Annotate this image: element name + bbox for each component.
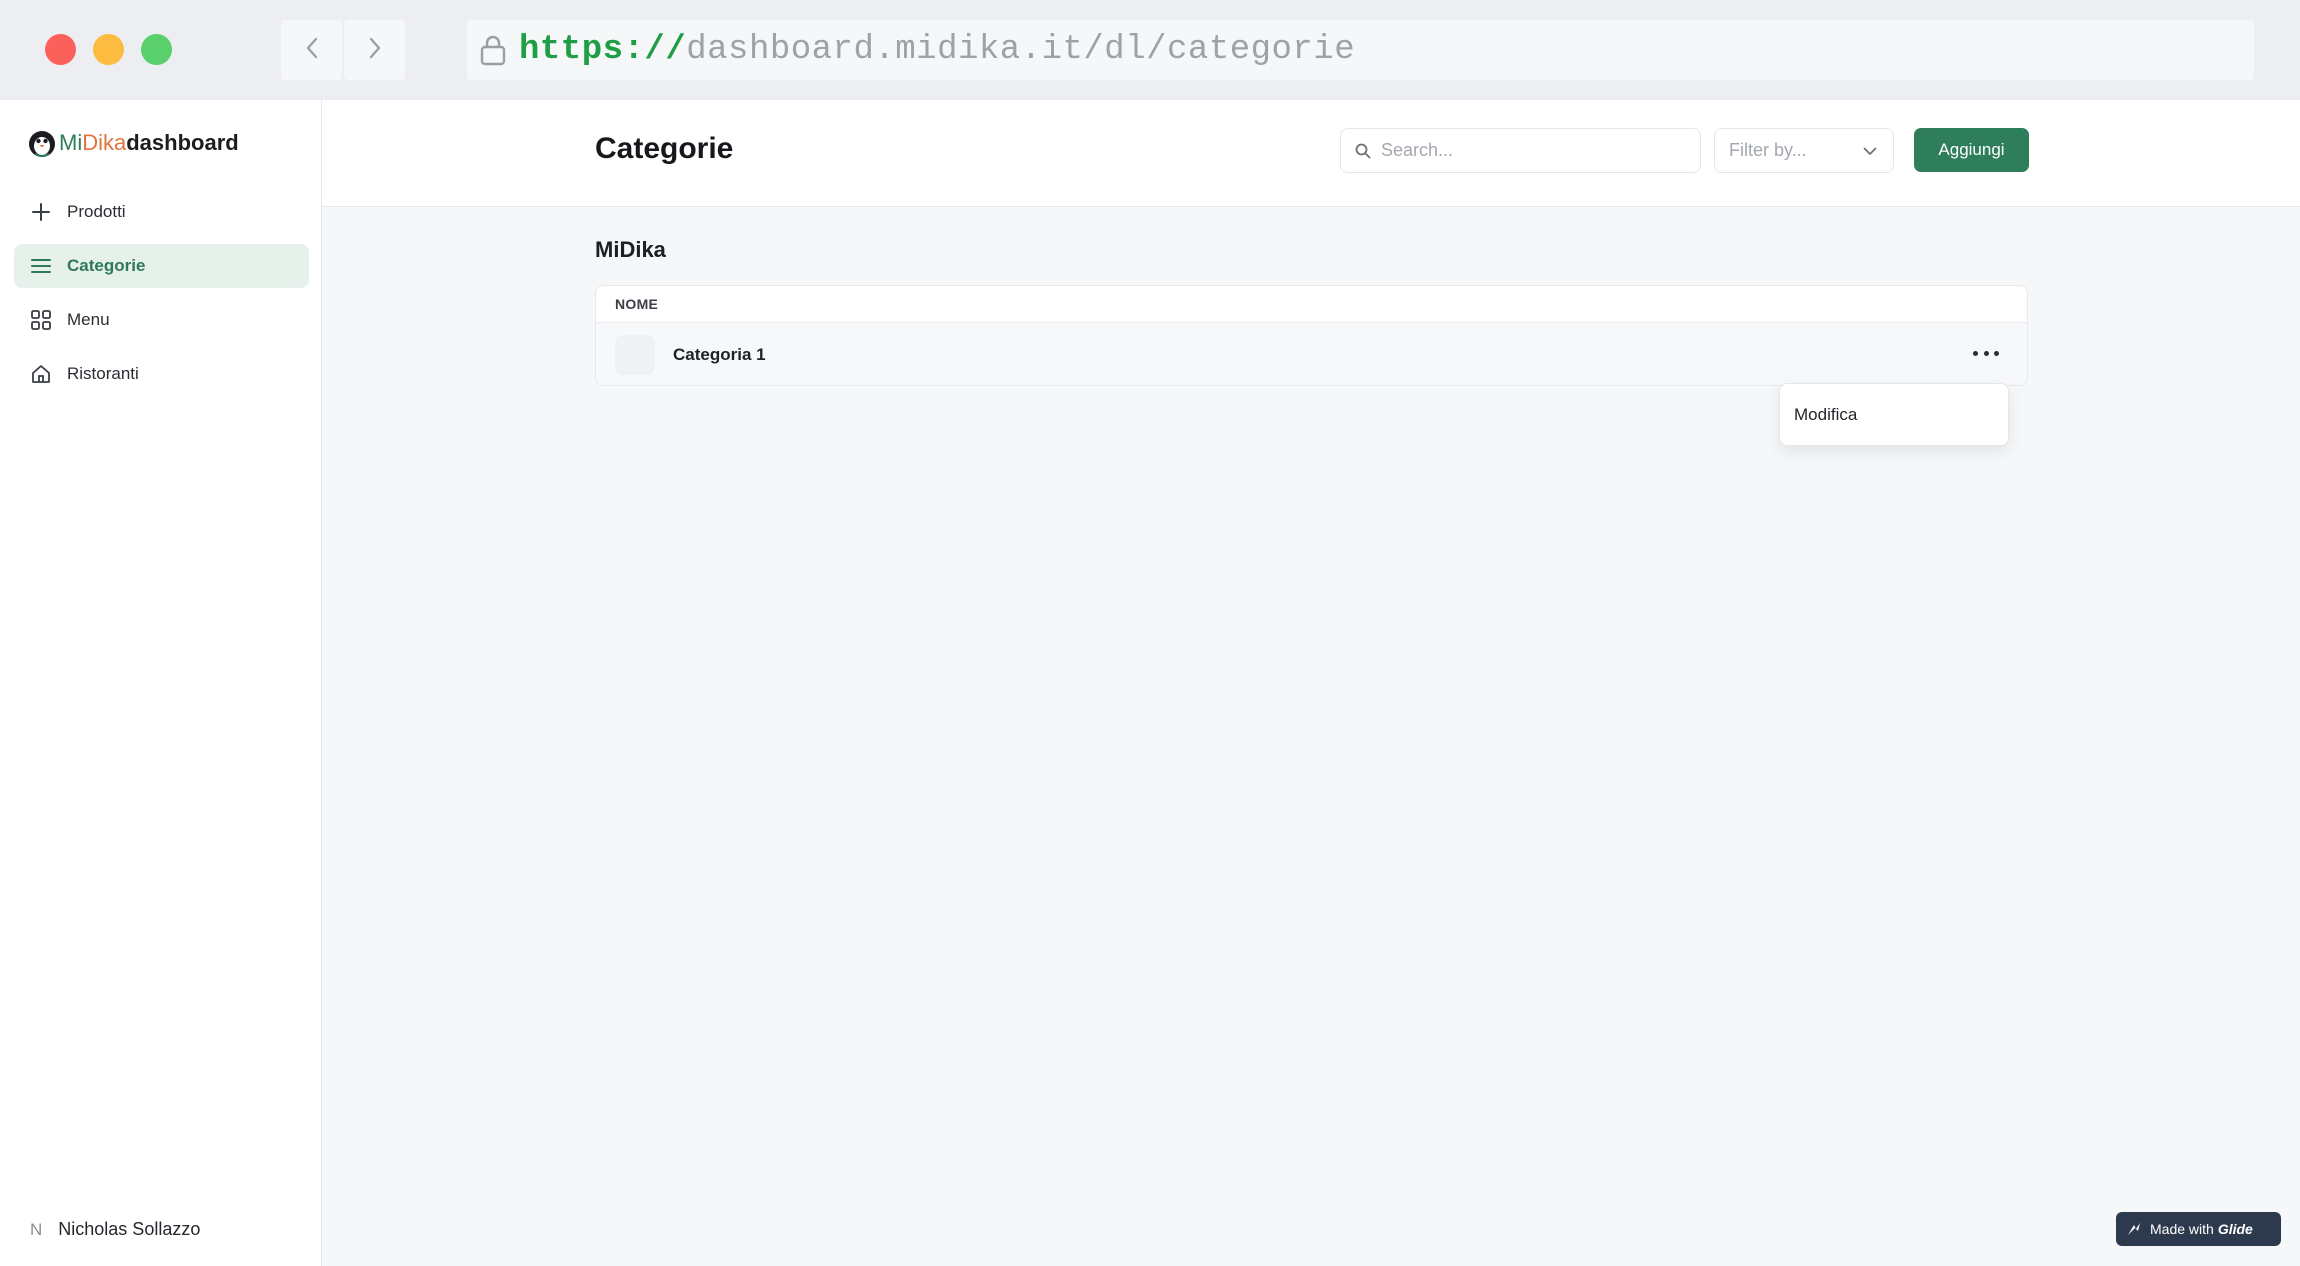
lock-icon <box>479 34 507 66</box>
menu-item-modifica[interactable]: Modifica <box>1794 405 1857 425</box>
address-bar[interactable]: https://dashboard.midika.it/dl/categorie <box>467 20 2254 80</box>
app: Mi Dika dashboard Prodotti Categorie Menu <box>0 100 2300 1266</box>
search-icon <box>1355 143 1371 159</box>
back-button[interactable] <box>281 20 342 80</box>
row-name: Categoria 1 <box>673 344 766 364</box>
glide-logo-icon <box>2126 1221 2142 1237</box>
row-actions-menu: Modifica <box>1779 383 2009 446</box>
sidebar-item-categorie[interactable]: Categorie <box>14 244 309 288</box>
table-header-nome[interactable]: NOME <box>596 286 2027 323</box>
search-input[interactable] <box>1381 140 1671 161</box>
glide-brand-label: Glide <box>2217 1221 2253 1237</box>
sidebar-item-label: Prodotti <box>67 202 126 221</box>
brand-name-mi: Mi <box>59 130 83 155</box>
page-title: Categorie <box>595 132 734 165</box>
categories-table: NOME Categoria 1 <box>595 285 2028 386</box>
maximize-window-button[interactable] <box>141 34 172 65</box>
sidebar-item-prodotti[interactable]: Prodotti <box>14 190 309 234</box>
sidebar-item-ristoranti[interactable]: Ristoranti <box>14 352 309 396</box>
brand-logo[interactable]: Mi Dika dashboard <box>27 126 239 160</box>
sidebar-item-label: Ristoranti <box>67 364 139 383</box>
sidebar-item-menu[interactable]: Menu <box>14 298 309 342</box>
sidebar-nav: Prodotti Categorie Menu Ristoranti <box>14 190 309 406</box>
avatar: N <box>30 1219 43 1239</box>
url-text: https://dashboard.midika.it/dl/categorie <box>519 31 1355 69</box>
list-icon <box>30 255 52 277</box>
forward-button[interactable] <box>344 20 405 80</box>
table-row[interactable]: Categoria 1 <box>596 323 2027 385</box>
grid-icon <box>30 309 52 331</box>
search-box <box>1340 128 1701 173</box>
filter-dropdown[interactable]: Filter by... <box>1714 128 1894 173</box>
filter-placeholder: Filter by... <box>1729 140 1807 160</box>
brand-name-dika: Dika <box>82 130 127 155</box>
user-name: Nicholas Sollazzo <box>58 1219 201 1239</box>
browser-chrome: https://dashboard.midika.it/dl/categorie <box>0 0 2300 100</box>
url-protocol: https:// <box>519 31 687 69</box>
section-title: MiDika <box>595 237 666 262</box>
minimize-window-button[interactable] <box>93 34 124 65</box>
page-header: Categorie Filter by... Aggiungi <box>322 100 2300 207</box>
sidebar-item-label: Menu <box>67 310 110 329</box>
browser-nav-buttons <box>281 20 405 80</box>
more-options-icon[interactable] <box>1973 343 1999 363</box>
plus-icon <box>30 201 52 223</box>
home-icon <box>30 363 52 385</box>
url-path: dashboard.midika.it/dl/categorie <box>686 31 1356 69</box>
sidebar: Mi Dika dashboard Prodotti Categorie Menu <box>0 100 322 1266</box>
made-with-label: Made with <box>2150 1221 2214 1237</box>
forward-arrow-icon <box>368 37 382 64</box>
made-with-glide-badge[interactable]: Made with Glide <box>2116 1212 2281 1246</box>
row-thumbnail <box>615 334 655 375</box>
close-window-button[interactable] <box>45 34 76 65</box>
chevron-down-icon <box>1863 140 1877 161</box>
user-profile[interactable]: N Nicholas Sollazzo <box>30 1219 200 1240</box>
brand-name-dashboard: dashboard <box>126 130 239 155</box>
penguin-logo-icon <box>27 128 57 158</box>
sidebar-item-label: Categorie <box>67 256 146 275</box>
add-button[interactable]: Aggiungi <box>1914 128 2029 172</box>
back-arrow-icon <box>305 37 319 64</box>
